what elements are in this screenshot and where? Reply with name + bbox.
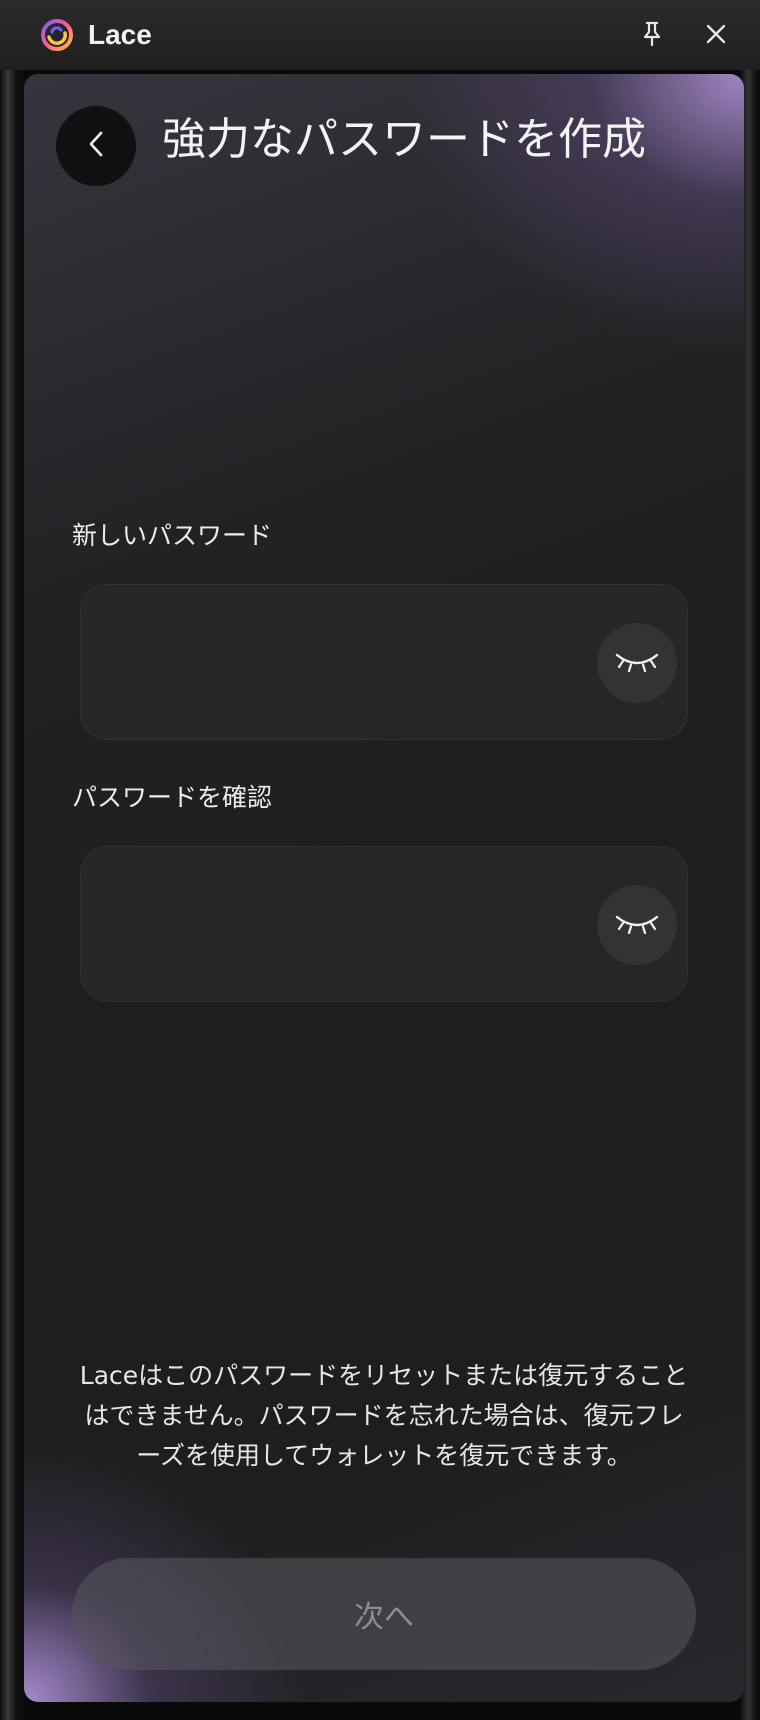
lace-logo-icon [40,18,74,52]
close-icon [705,23,727,49]
app-name: Lace [88,19,152,50]
pin-button[interactable] [632,16,672,56]
create-password-panel: 強力なパスワードを作成 新しいパスワード パスワードを確認 Laceはこのパスワ… [24,74,744,1702]
title-bar: Lace [0,0,760,70]
eye-closed-icon [614,649,660,677]
new-password-input[interactable] [105,585,569,741]
next-button[interactable]: 次へ [72,1558,696,1670]
page-title: 強力なパスワードを作成 [162,114,646,165]
new-password-label: 新しいパスワード [72,521,273,550]
new-password-visibility-toggle[interactable] [597,623,677,703]
new-password-field-container [80,584,688,741]
eye-closed-icon [614,911,660,939]
confirm-password-visibility-toggle[interactable] [597,885,677,965]
pin-icon [641,21,663,51]
confirm-password-field-container [80,846,688,1003]
confirm-password-label: パスワードを確認 [72,783,273,812]
password-recovery-notice: Laceはこのパスワードをリセットまたは復元することはできません。パスワードを忘… [79,1361,689,1470]
close-window-button[interactable] [696,16,736,56]
confirm-password-input[interactable] [105,847,569,1003]
chevron-left-icon [86,129,106,163]
